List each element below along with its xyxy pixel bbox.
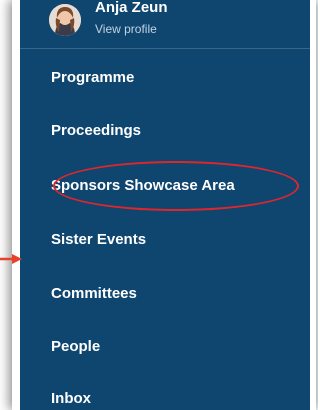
profile-name: Anja Zeun xyxy=(95,0,168,16)
avatar[interactable] xyxy=(49,4,81,36)
profile-header[interactable]: Anja Zeun View profile xyxy=(20,0,310,49)
screenshot-stage: Anja Zeun View profile Programme Proceed… xyxy=(0,0,318,410)
menu-item-inbox[interactable]: Inbox xyxy=(51,390,91,408)
side-menu-panel: Anja Zeun View profile Programme Proceed… xyxy=(20,0,310,410)
menu-item-people[interactable]: People xyxy=(51,338,100,356)
menu-item-programme[interactable]: Programme xyxy=(51,69,134,87)
menu-item-sponsors-showcase-area[interactable]: Sponsors Showcase Area xyxy=(51,177,235,195)
menu-item-proceedings[interactable]: Proceedings xyxy=(51,122,141,140)
menu-item-sister-events[interactable]: Sister Events xyxy=(51,231,146,249)
arrow-right-icon xyxy=(0,254,22,264)
view-profile-link[interactable]: View profile xyxy=(95,22,157,36)
avatar-image xyxy=(49,4,81,36)
menu-item-committees[interactable]: Committees xyxy=(51,285,137,303)
